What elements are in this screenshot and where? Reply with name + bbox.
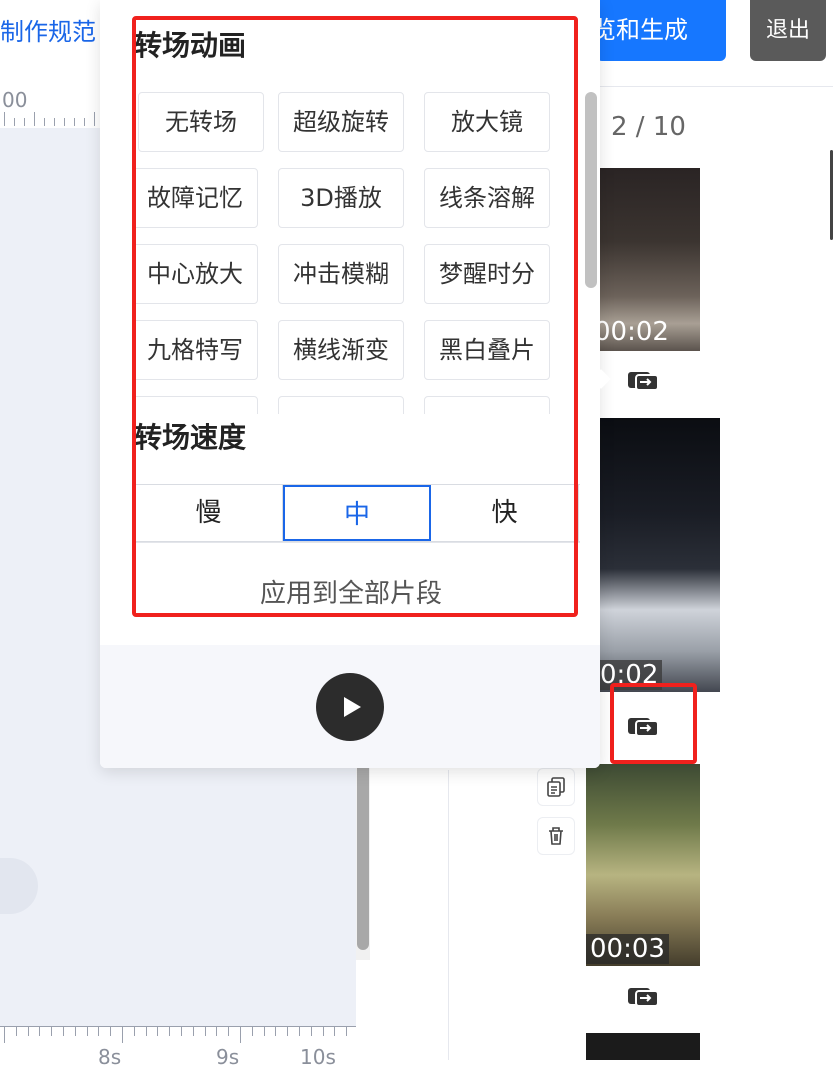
anim-option[interactable]: 放大镜 xyxy=(424,92,550,152)
anim-option[interactable]: 线条溶解 xyxy=(424,168,550,228)
anim-option[interactable]: 无转场 xyxy=(138,92,264,152)
column-divider xyxy=(448,770,449,1060)
apply-all-button[interactable]: 应用到全部片段 xyxy=(134,560,568,616)
delete-button[interactable] xyxy=(537,817,575,855)
copy-button[interactable] xyxy=(537,768,575,806)
clip-thumbnail[interactable]: 00:03 xyxy=(586,764,700,966)
clip-thumbnail[interactable] xyxy=(586,1033,700,1060)
ruler-tick xyxy=(28,1027,29,1036)
clip-duration: 00:03 xyxy=(586,934,669,964)
canvas-scrollbar-thumb[interactable] xyxy=(357,760,369,950)
ruler-tick xyxy=(346,1027,347,1036)
anim-option[interactable]: 梦醒时分 xyxy=(424,244,550,304)
ruler-tick xyxy=(334,1027,335,1036)
ruler-tick xyxy=(51,1027,52,1036)
ruler-tick xyxy=(181,1027,182,1036)
ruler-tick xyxy=(287,1027,288,1036)
ruler-tick xyxy=(122,1027,123,1043)
ruler-tick xyxy=(16,1027,17,1036)
ruler-tick xyxy=(240,1027,241,1043)
transition-swap-icon[interactable] xyxy=(627,715,659,737)
clip-duration: 0:02 xyxy=(596,660,663,690)
anim-option[interactable]: 故障记忆 xyxy=(134,168,258,228)
clip-thumbnail[interactable]: 00:02 xyxy=(596,168,700,351)
anim-option[interactable]: 黑白叠片 xyxy=(424,320,550,380)
transition-speed-title: 转场速度 xyxy=(134,421,247,454)
speed-selector: 慢 中 快 xyxy=(134,484,580,542)
ruler-tick xyxy=(228,1027,229,1036)
ruler-tick xyxy=(110,1027,111,1036)
ruler-tick xyxy=(75,1027,76,1036)
ruler-label: 8s xyxy=(98,1045,122,1069)
anim-option[interactable]: 冲击模糊 xyxy=(278,244,404,304)
animation-grid: 无转场 超级旋转 放大镜 故障记忆 3D播放 线条溶解 中心放大 冲击模糊 梦醒… xyxy=(134,88,574,414)
anim-option[interactable] xyxy=(278,396,404,414)
transition-swap-icon[interactable] xyxy=(627,985,659,1007)
transition-animation-title: 转场动画 xyxy=(134,29,247,62)
ruler-tick xyxy=(323,1027,324,1036)
exit-button[interactable]: 退出 xyxy=(750,0,826,61)
preview-generate-button[interactable]: 预览和生成 xyxy=(596,0,726,61)
anim-option[interactable]: 3D播放 xyxy=(278,168,404,228)
ruler-tick xyxy=(63,1027,64,1036)
ruler-tick xyxy=(264,1027,265,1036)
anim-option[interactable]: 超级旋转 xyxy=(278,92,404,152)
anim-option[interactable] xyxy=(424,396,550,414)
trash-icon xyxy=(549,827,563,845)
copy-icon xyxy=(547,777,565,797)
popup-divider xyxy=(134,542,580,543)
ruler-label: 10s xyxy=(300,1045,336,1069)
ruler-tick xyxy=(169,1027,170,1036)
ruler-tick xyxy=(216,1027,217,1036)
header-divider xyxy=(600,86,833,87)
ruler-tick xyxy=(275,1027,276,1036)
speed-fast-option[interactable]: 快 xyxy=(431,485,579,541)
ruler-tick xyxy=(311,1027,312,1036)
ruler-tick xyxy=(39,1027,40,1036)
ruler-label: 9s xyxy=(216,1045,240,1069)
preview-generate-label: 预览和生成 xyxy=(596,16,688,44)
ruler-tick xyxy=(134,1027,135,1036)
ruler-tick xyxy=(205,1027,206,1036)
play-button[interactable] xyxy=(316,673,384,741)
play-icon xyxy=(344,697,361,717)
ruler-tick xyxy=(98,1027,99,1036)
ruler-tick xyxy=(157,1027,158,1036)
ruler-label: 00 xyxy=(2,88,28,112)
anim-option[interactable]: 横线渐变 xyxy=(278,320,404,380)
bottom-ruler: 8s 9s 10s xyxy=(0,1026,356,1069)
speed-slow-option[interactable]: 慢 xyxy=(135,485,283,541)
ruler-tick xyxy=(146,1027,147,1036)
top-ruler: 00 xyxy=(0,86,102,128)
transition-swap-icon[interactable] xyxy=(627,369,659,391)
ruler-tick xyxy=(252,1027,253,1036)
popup-scrollbar-thumb[interactable] xyxy=(585,92,597,288)
speed-medium-option[interactable]: 中 xyxy=(283,485,431,541)
ruler-tick xyxy=(4,1027,5,1043)
anim-option[interactable]: 九格特写 xyxy=(134,320,258,380)
anim-option[interactable]: 中心放大 xyxy=(134,244,258,304)
clip-thumbnail[interactable]: 0:02 xyxy=(596,418,720,692)
anim-option[interactable] xyxy=(134,396,258,414)
spec-link[interactable]: 制作规范 xyxy=(0,12,96,47)
clip-duration: 00:02 xyxy=(596,317,669,347)
ruler-tick xyxy=(87,1027,88,1036)
ruler-tick xyxy=(299,1027,300,1036)
ruler-tick xyxy=(193,1027,194,1036)
page-indicator: 2 / 10 xyxy=(611,112,686,142)
